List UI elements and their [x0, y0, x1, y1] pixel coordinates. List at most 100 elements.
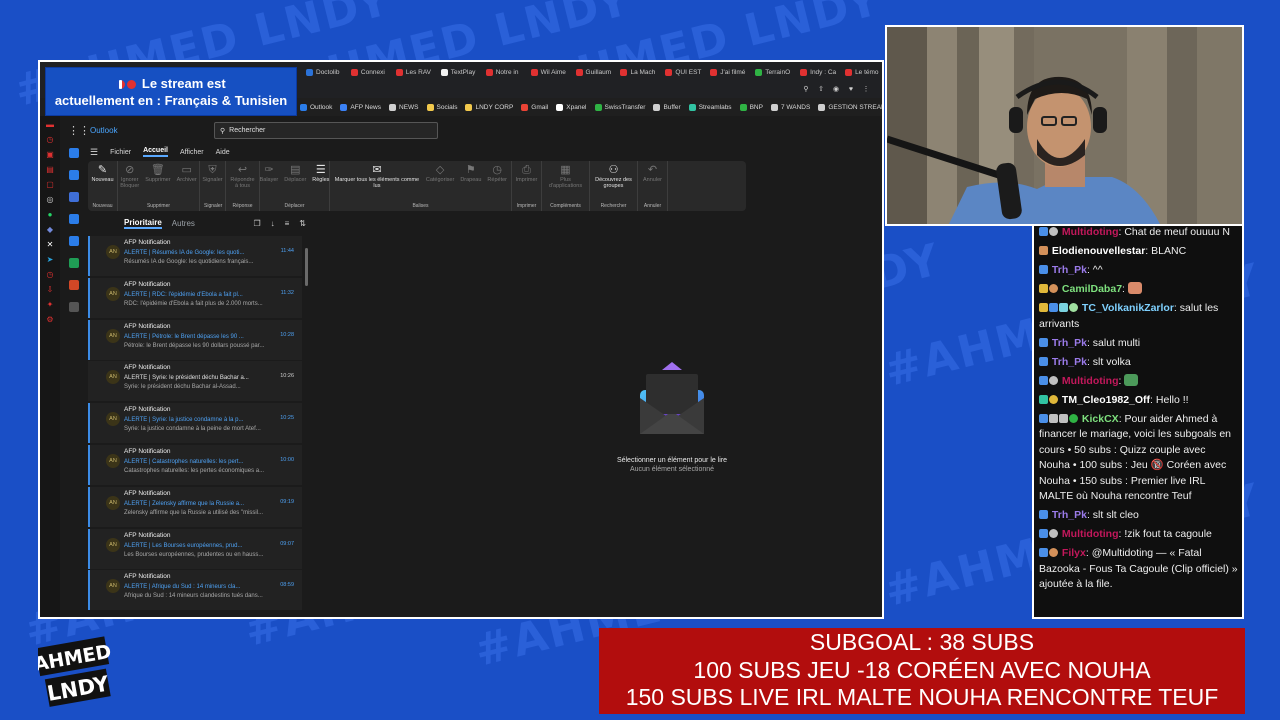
red-app-icon[interactable]: ▬ [46, 120, 55, 129]
mail-item[interactable]: AN AFP Notification ALERTE | Syrie: la jus… [88, 403, 302, 444]
history-icon[interactable]: ◷ [46, 135, 55, 144]
chat-icon[interactable]: ▣ [46, 150, 55, 159]
chat-username[interactable]: Elodienouvellestar [1052, 245, 1145, 257]
ribbon-button[interactable]: ✎ Nouveau [91, 164, 113, 183]
gear-icon[interactable]: ⚙ [46, 315, 55, 324]
bookmark-item[interactable]: Xpanel [556, 103, 587, 111]
ribbon-button[interactable]: ⛨ Signaler [202, 164, 222, 183]
mail-item[interactable]: AN AFP Notification ALERTE | Syrie: le pré… [88, 361, 302, 402]
ribbon-button[interactable]: ▤ Déplacer [284, 164, 306, 183]
bookmark-item[interactable]: Socials [426, 103, 457, 111]
outlook-brand[interactable]: Outlook [90, 126, 118, 135]
bookmark-item[interactable]: Outlook [300, 103, 332, 111]
chat-username[interactable]: Filyx [1062, 547, 1086, 559]
powerpoint-app-icon[interactable] [69, 280, 79, 290]
ribbon-button[interactable]: ⊘ Ignorer Bloquer [120, 164, 139, 189]
menu-fichier[interactable]: Fichier [110, 149, 131, 156]
ribbon-button[interactable]: ↶ Annuler [643, 164, 662, 183]
mail-item[interactable]: AN AFP Notification ALERTE | Résumés IA de… [88, 236, 302, 276]
search-input[interactable]: ⚲ Rechercher [214, 122, 438, 139]
camera-icon[interactable]: ◉ [832, 86, 840, 94]
clock-icon[interactable]: ◷ [46, 270, 55, 279]
browser-tab[interactable]: Le témo [841, 64, 882, 80]
bookmark-item[interactable]: Streamlabs [688, 103, 732, 111]
sort-icon[interactable]: ⇅ [299, 219, 306, 228]
browser-tab[interactable]: J'ai filmé [706, 64, 747, 80]
jump-icon[interactable]: ↓ [271, 219, 275, 228]
ribbon-button[interactable]: ☰ Règles [312, 164, 329, 183]
download-icon[interactable]: ⇩ [46, 285, 55, 294]
chat-username[interactable]: Multidoting [1062, 226, 1119, 238]
menu-afficher[interactable]: Afficher [180, 149, 204, 156]
whatsapp-icon[interactable]: ● [46, 210, 55, 219]
telegram-icon[interactable]: ➤ [46, 255, 55, 264]
browser-tab[interactable]: TextPlay [437, 64, 478, 80]
wallet-icon[interactable]: ▤ [46, 165, 55, 174]
browser-tab[interactable]: Les RAV [392, 64, 433, 80]
ribbon-button[interactable]: ◇ Catégoriser [426, 164, 454, 189]
mail-app-icon[interactable] [69, 148, 79, 158]
filter-icon[interactable]: ≡ [285, 219, 290, 228]
ribbon-button[interactable]: ✉ Marquer tous les éléments comme lus [334, 164, 420, 189]
x-icon[interactable]: ✕ [46, 240, 55, 249]
bookmark-icon[interactable]: ⚲ [802, 86, 810, 94]
word-app-icon[interactable] [69, 236, 79, 246]
chat-username[interactable]: Trh_Pk [1052, 509, 1087, 521]
ribbon-button[interactable]: ⚇ Découvrez des groupes [594, 164, 633, 189]
chat-username[interactable]: Trh_Pk [1052, 264, 1087, 276]
ribbon-button[interactable]: ✑ Balayer [260, 164, 279, 183]
heart-icon[interactable]: ♥ [847, 86, 855, 94]
chat-username[interactable]: TM_Cleo1982_Off [1062, 394, 1150, 406]
people-app-icon[interactable] [69, 192, 79, 202]
browser-tab[interactable]: Indy : Ca [796, 64, 837, 80]
mail-item[interactable]: AN AFP Notification ALERTE | Catastrophes … [88, 444, 302, 485]
ribbon-button[interactable]: ◷ Répéter [487, 164, 507, 189]
chat-username[interactable]: Trh_Pk [1052, 356, 1087, 368]
browser-tab[interactable]: TerrainO [751, 64, 792, 80]
menu-accueil[interactable]: Accueil [143, 147, 168, 157]
settings-icon[interactable]: ◎ [46, 195, 55, 204]
bookmark-item[interactable]: BNP [739, 103, 763, 111]
hamburger-icon[interactable]: ☰ [90, 147, 98, 158]
share-icon[interactable]: ⇧ [817, 86, 825, 94]
bookmark-item[interactable]: 7 WANDS [770, 103, 810, 111]
box-icon[interactable]: ▢ [46, 180, 55, 189]
mail-item[interactable]: AN AFP Notification ALERTE | Afrique du Su… [88, 570, 302, 611]
menu-aide[interactable]: Aide [216, 149, 230, 156]
browser-tab[interactable]: Guillaum [572, 64, 613, 80]
mail-item[interactable]: AN AFP Notification ALERTE | Pétrole: le B… [88, 319, 302, 360]
ribbon-button[interactable]: ⎙ Imprimer [516, 164, 538, 183]
chat-username[interactable]: Multidoting [1062, 528, 1119, 540]
chat-username[interactable]: Multidoting [1062, 375, 1119, 387]
ribbon-button[interactable]: ▭ Archiver [177, 164, 197, 189]
calendar-app-icon[interactable] [69, 170, 79, 180]
browser-tab[interactable]: QUI EST [661, 64, 702, 80]
select-icon[interactable]: ❐ [253, 219, 260, 228]
more-apps-icon[interactable] [69, 302, 79, 312]
bookmark-item[interactable]: LNDY CORP [465, 103, 513, 111]
excel-app-icon[interactable] [69, 258, 79, 268]
ribbon-button[interactable]: 🗑 Supprimer [145, 164, 170, 189]
ribbon-button[interactable]: ▦ Plus d'applications [546, 164, 585, 189]
tab-autres[interactable]: Autres [172, 219, 195, 228]
tab-prioritaire[interactable]: Prioritaire [124, 218, 162, 229]
mail-item[interactable]: AN AFP Notification ALERTE | Zelensky affi… [88, 486, 302, 527]
bookmark-item[interactable]: Buffer [653, 103, 681, 111]
mail-item[interactable]: AN AFP Notification ALERTE | RDC: l'épidém… [88, 277, 302, 318]
browser-tab[interactable]: Wil Aime [527, 64, 568, 80]
app-launcher-icon[interactable]: ⋮⋮ [68, 124, 90, 137]
mail-list-scrollbar[interactable] [305, 248, 308, 286]
browser-tab[interactable]: Notre in [482, 64, 523, 80]
bookmark-item[interactable]: Gmail [521, 103, 548, 111]
chat-username[interactable]: CamilDaba7 [1062, 283, 1122, 295]
ribbon-button[interactable]: ⚑ Drapeau [460, 164, 481, 189]
bookmark-item[interactable]: NEWS [389, 103, 419, 111]
menu-icon[interactable]: ⋮ [862, 86, 870, 94]
browser-tab[interactable]: La Mach [616, 64, 657, 80]
mail-item[interactable]: AN AFP Notification ALERTE | Les Bourses e… [88, 528, 302, 569]
chat-username[interactable]: KickCX [1082, 413, 1119, 425]
browser-tab[interactable]: Connexi [347, 64, 388, 80]
ribbon-button[interactable]: ↩ Répondre à tous [230, 164, 255, 189]
extension-icon[interactable]: ✦ [46, 300, 55, 309]
browser-tab[interactable]: Doctolib [302, 64, 343, 80]
